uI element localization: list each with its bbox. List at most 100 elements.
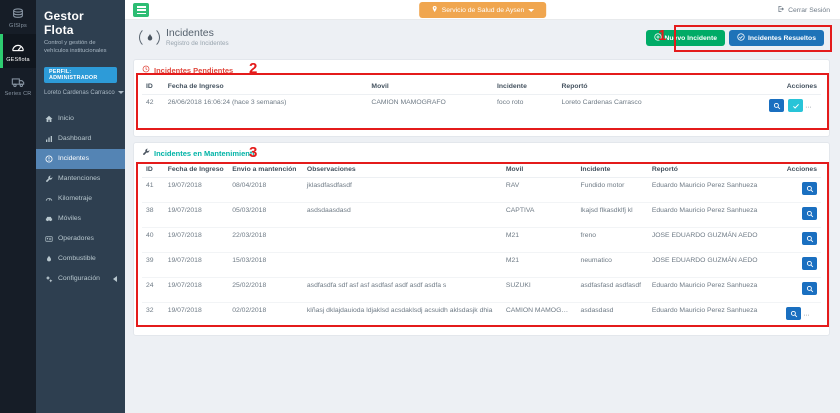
car-icon <box>44 215 53 223</box>
rail-item-label: Series CR <box>1 91 35 97</box>
maintenance-incidents-table: ID Fecha de Ingreso Envio a mantención O… <box>142 162 821 328</box>
check-icon <box>792 98 800 113</box>
column-header-acciones: Acciones <box>763 79 821 95</box>
search-icon <box>790 306 798 321</box>
flame-icon <box>139 27 160 48</box>
table-row: 32 19/07/2018 02/02/2018 klñasj dklajdau… <box>142 303 821 328</box>
pending-incidents-table: ID Fecha de Ingreso Movil Incidente Repo… <box>142 79 821 128</box>
profile-badge: PERFIL: ADMINISTRADOR <box>44 67 117 83</box>
chevron-down-icon <box>528 9 534 12</box>
home-icon <box>44 115 53 123</box>
sidebar-item-incidentes[interactable]: Incidentes <box>36 149 125 169</box>
topbar: Servicio de Salud de Aysen Cerrar Sesión <box>125 0 840 20</box>
sidebar-item-label: Incidentes <box>58 155 89 162</box>
clock-icon <box>142 65 150 75</box>
new-incident-label: Nuevo Incidente <box>665 35 718 42</box>
fuel-icon <box>44 255 53 263</box>
sidebar-item-label: Kilometraje <box>58 195 92 202</box>
view-incident-button[interactable] <box>802 207 817 220</box>
cell-acciones <box>763 95 821 128</box>
sidebar-item-label: Combustible <box>58 255 96 262</box>
gauge-icon <box>1 41 35 55</box>
resolve-incident-button[interactable] <box>788 99 803 112</box>
cell-fecha: 26/06/2018 16:06:24 (hace 3 semanas) <box>164 95 368 128</box>
view-incident-button[interactable] <box>802 232 817 245</box>
view-incident-button[interactable] <box>802 257 817 270</box>
rail-item-series-cr[interactable]: Series CR <box>0 68 36 102</box>
page-subtitle: Registro de Incidentes <box>166 40 229 47</box>
cell-movil: CAMION MAMOGRAFO <box>367 95 493 128</box>
column-header-observaciones: Observaciones <box>303 162 502 178</box>
sidebar-item-label: Mantenciones <box>58 175 100 182</box>
sidebar-item-kilometraje[interactable]: Kilometraje <box>36 189 125 209</box>
new-incident-button[interactable]: Nuevo Incidente <box>646 30 726 46</box>
sidebar-toggle-button[interactable] <box>133 3 149 17</box>
location-selector-button[interactable]: Servicio de Salud de Aysen <box>419 2 547 18</box>
column-header-incidente: Incidente <box>493 79 558 95</box>
sidebar-item-label: Operadores <box>58 235 94 242</box>
location-label: Servicio de Salud de Aysen <box>442 7 525 14</box>
header-actions: Nuevo Incidente Incidentes Resueltos <box>646 30 825 46</box>
hamburger-icon <box>137 6 146 8</box>
column-header-fecha: Fecha de Ingreso <box>164 79 368 95</box>
table-row: 42 26/06/2018 16:06:24 (hace 3 semanas) … <box>142 95 821 128</box>
bar-chart-icon <box>44 135 53 143</box>
column-header-reporto: Reportó <box>558 79 764 95</box>
sidebar-item-label: Inicio <box>58 115 74 122</box>
column-header-movil: Movil <box>502 162 577 178</box>
logout-icon <box>777 5 785 15</box>
send-to-maintenance-button[interactable] <box>807 99 821 112</box>
table-row: 40 19/07/2018 22/03/2018 M21 freno JOSE … <box>142 228 821 253</box>
column-header-fecha: Fecha de Ingreso <box>164 162 229 178</box>
wrench-icon <box>44 175 53 183</box>
view-incident-button[interactable] <box>802 182 817 195</box>
view-incident-button[interactable] <box>786 307 801 320</box>
content: Incidentes Registro de Incidentes Nuevo … <box>125 20 840 413</box>
sidebar-item-combustible[interactable]: Combustible <box>36 249 125 269</box>
sidebar-item-configuracion[interactable]: Configuración <box>36 269 125 289</box>
search-icon <box>806 281 814 296</box>
sidebar-item-operadores[interactable]: Operadores <box>36 229 125 249</box>
wrench-icon <box>142 148 150 158</box>
sidebar-item-moviles[interactable]: Móviles <box>36 209 125 229</box>
user-menu[interactable]: Loreto Cardenas Carrasco <box>44 90 117 96</box>
column-header-acciones: Acciones <box>780 162 821 178</box>
pending-incidents-card: Incidentes Pendientes ID Fecha de Ingres… <box>133 59 830 137</box>
rail-item-gesflota[interactable]: GESflota <box>0 34 36 68</box>
sidebar-item-mantenciones[interactable]: Mantenciones <box>36 169 125 189</box>
search-icon <box>806 206 814 221</box>
truck-icon <box>1 75 35 89</box>
incident-report-button[interactable] <box>805 307 820 320</box>
cell-id: 42 <box>142 95 164 128</box>
cell-incidente: foco roto <box>493 95 558 128</box>
coins-icon <box>1 7 35 21</box>
check-circle-icon <box>737 33 745 43</box>
sidebar-menu: Inicio Dashboard Incidentes Mantenciones… <box>36 109 125 289</box>
sidebar-item-inicio[interactable]: Inicio <box>36 109 125 129</box>
chevron-down-icon <box>118 91 124 94</box>
rail-item-label: GISIps <box>1 23 35 29</box>
rail-item-gisips[interactable]: GISIps <box>0 0 36 34</box>
view-incident-button[interactable] <box>769 99 784 112</box>
file-icon <box>809 306 817 321</box>
logout-button[interactable]: Cerrar Sesión <box>777 0 830 20</box>
user-name: Loreto Cardenas Carrasco <box>44 90 115 96</box>
plus-circle-icon <box>654 33 662 43</box>
sidebar-item-label: Configuración <box>58 275 100 282</box>
view-incident-button[interactable] <box>802 282 817 295</box>
column-header-incidente: Incidente <box>577 162 648 178</box>
sidebar-item-label: Móviles <box>58 215 81 222</box>
app-root: GISIps GESflota Series CR Gestor Flota C… <box>0 0 840 413</box>
cell-reporto: Loreto Cardenas Carrasco <box>558 95 764 128</box>
table-row: 39 19/07/2018 15/03/2018 M21 neumatico J… <box>142 253 821 278</box>
chevron-left-icon <box>113 276 117 282</box>
column-header-id: ID <box>142 162 164 178</box>
table-header-row: ID Fecha de Ingreso Movil Incidente Repo… <box>142 79 821 95</box>
sidebar-item-dashboard[interactable]: Dashboard <box>36 129 125 149</box>
search-icon <box>773 98 781 113</box>
alert-circle-icon <box>44 155 53 163</box>
speedometer-icon <box>44 195 53 203</box>
column-header-reporto: Reportó <box>648 162 780 178</box>
resolved-incidents-button[interactable]: Incidentes Resueltos <box>729 30 824 46</box>
search-icon <box>806 181 814 196</box>
